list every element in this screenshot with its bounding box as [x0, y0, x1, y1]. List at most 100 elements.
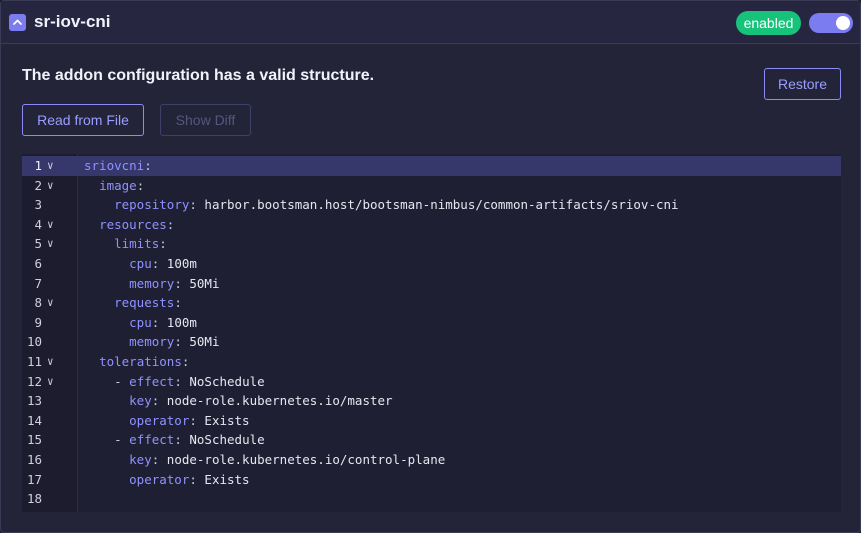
yaml-value: NoSchedule — [181, 373, 265, 389]
show-diff-button[interactable]: Show Diff — [160, 104, 251, 136]
line-number: 5 — [34, 236, 42, 252]
line-number: 7 — [34, 275, 42, 291]
code-line[interactable]: 10 memory: 50Mi — [22, 332, 841, 352]
code-line[interactable]: 6 cpu: 100m — [22, 254, 841, 274]
yaml-key: key — [129, 451, 152, 467]
fold-chevron-icon[interactable]: ∨ — [47, 215, 54, 235]
code-line[interactable]: 8 ∨ requests: — [22, 293, 841, 313]
line-code: sriovcni: — [84, 158, 152, 173]
yaml-value: Exists — [196, 412, 250, 428]
yaml-value: 50Mi — [181, 275, 220, 291]
code-line[interactable]: 12 ∨ - effect: NoSchedule — [22, 372, 841, 392]
line-code: - effect: NoSchedule — [114, 432, 265, 448]
addon-panel: sr-iov-cni enabled The addon configurati… — [0, 0, 861, 533]
line-number: 2 — [34, 177, 42, 193]
line-number: 17 — [26, 471, 42, 487]
yaml-value: 100m — [159, 255, 197, 271]
yaml-value: 100m — [159, 314, 197, 330]
yaml-value: Exists — [196, 471, 250, 487]
fold-chevron-icon[interactable]: ∨ — [47, 176, 54, 196]
line-number: 14 — [26, 412, 42, 428]
code-line[interactable]: 7 memory: 50Mi — [22, 274, 841, 294]
fold-chevron-icon[interactable]: ∨ — [47, 156, 54, 176]
code-line[interactable]: 1 ∨ sriovcni: — [22, 156, 841, 176]
yaml-key: effect — [129, 432, 175, 448]
code-line[interactable]: 13 key: node-role.kubernetes.io/master — [22, 391, 841, 411]
line-number: 12 — [26, 373, 42, 389]
fold-chevron-icon[interactable]: ∨ — [47, 234, 54, 254]
yaml-value: NoSchedule — [181, 432, 265, 448]
yaml-key: repository — [114, 197, 190, 213]
code-line[interactable]: 18 — [22, 489, 841, 509]
line-number: 1 — [34, 158, 42, 173]
read-from-file-button[interactable]: Read from File — [22, 104, 144, 136]
line-code: key: node-role.kubernetes.io/master — [129, 393, 393, 409]
line-code: requests: — [114, 295, 182, 311]
yaml-key: memory — [129, 275, 175, 291]
line-number: 16 — [26, 451, 42, 467]
line-number: 10 — [26, 334, 42, 350]
line-code: repository: harbor.bootsman.host/bootsma… — [114, 197, 679, 213]
line-code: tolerations: — [99, 353, 190, 369]
restore-button[interactable]: Restore — [764, 68, 841, 100]
line-code: operator: Exists — [129, 412, 250, 428]
line-code: cpu: 100m — [129, 314, 197, 330]
yaml-value: node-role.kubernetes.io/control-plane — [159, 451, 446, 467]
line-number: 9 — [34, 314, 42, 330]
fold-chevron-icon[interactable]: ∨ — [47, 352, 54, 372]
fold-chevron-icon[interactable]: ∨ — [47, 372, 54, 392]
fold-chevron-icon[interactable]: ∨ — [47, 293, 54, 313]
line-code: limits: — [114, 236, 167, 252]
line-code: resources: — [99, 216, 175, 232]
code-line[interactable]: 14 operator: Exists — [22, 411, 841, 431]
line-number: 4 — [34, 216, 42, 232]
line-number: 15 — [26, 432, 42, 448]
line-code: image: — [99, 177, 145, 193]
line-number: 6 — [34, 255, 42, 271]
line-number: 18 — [26, 491, 42, 507]
yaml-key: image — [99, 177, 137, 193]
line-code: cpu: 100m — [129, 255, 197, 271]
code-line[interactable]: 5 ∨ limits: — [22, 234, 841, 254]
line-number: 11 — [26, 353, 42, 369]
yaml-key: requests — [114, 295, 175, 311]
code-line[interactable]: 11 ∨ tolerations: — [22, 352, 841, 372]
line-code: - effect: NoSchedule — [114, 373, 265, 389]
code-line[interactable]: 2 ∨ image: — [22, 176, 841, 196]
yaml-key: operator — [129, 412, 190, 428]
line-number: 13 — [26, 393, 42, 409]
yaml-value: 50Mi — [181, 334, 220, 350]
line-code: memory: 50Mi — [129, 334, 220, 350]
yaml-key: cpu — [129, 255, 152, 271]
code-line[interactable]: 3 repository: harbor.bootsman.host/boots… — [22, 195, 841, 215]
chevron-up-icon — [13, 19, 22, 25]
yaml-key: effect — [129, 373, 175, 389]
enable-toggle[interactable] — [809, 13, 853, 33]
yaml-key: cpu — [129, 314, 152, 330]
code-editor[interactable]: 1 ∨ sriovcni: 2 ∨ image: 3 repository: harbor… — [22, 154, 841, 512]
yaml-key: memory — [129, 334, 175, 350]
code-line[interactable]: 17 operator: Exists — [22, 470, 841, 490]
line-number: 8 — [34, 295, 42, 311]
yaml-value: node-role.kubernetes.io/master — [159, 393, 393, 409]
line-number: 3 — [34, 197, 42, 213]
editor-lines: 1 ∨ sriovcni: 2 ∨ image: 3 repository: harbor… — [22, 156, 841, 509]
addon-header: sr-iov-cni enabled — [1, 1, 860, 44]
yaml-value: harbor.bootsman.host/bootsman-nimbus/com… — [196, 197, 679, 213]
code-line[interactable]: 4 ∨ resources: — [22, 215, 841, 235]
line-code: memory: 50Mi — [129, 275, 220, 291]
validation-message: The addon configuration has a valid stru… — [22, 67, 375, 84]
line-code: key: node-role.kubernetes.io/control-pla… — [129, 451, 446, 467]
yaml-key: sriovcni — [84, 158, 145, 173]
yaml-key: tolerations — [99, 353, 182, 369]
line-code: operator: Exists — [129, 471, 250, 487]
code-line[interactable]: 9 cpu: 100m — [22, 313, 841, 333]
code-line[interactable]: 15 - effect: NoSchedule — [22, 430, 841, 450]
collapse-button[interactable] — [9, 14, 26, 31]
code-line[interactable]: 16 key: node-role.kubernetes.io/control-… — [22, 450, 841, 470]
addon-title: sr-iov-cni — [34, 12, 111, 31]
yaml-key: limits — [114, 236, 160, 252]
yaml-key: key — [129, 393, 152, 409]
status-badge: enabled — [736, 11, 801, 35]
toggle-knob — [836, 16, 850, 30]
